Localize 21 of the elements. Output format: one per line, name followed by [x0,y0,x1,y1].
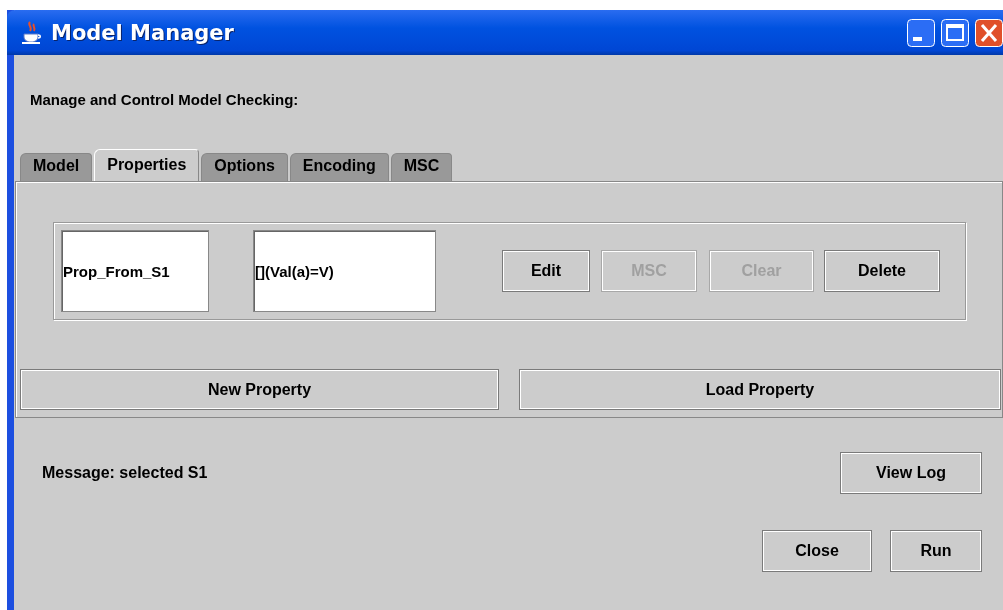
view-log-button[interactable]: View Log [840,452,982,494]
panel-button[interactable]: Load Property [519,369,1001,410]
panel-button[interactable]: New Property [20,369,499,410]
dialog-button[interactable]: Close [762,530,872,572]
tab[interactable]: MSC [390,153,453,181]
minimize-button[interactable] [907,18,935,47]
property-button[interactable]: Delete [824,250,940,292]
tab[interactable]: Encoding [289,153,389,181]
heading: Manage and Control Model Checking: [30,91,300,109]
tab[interactable]: Properties [94,149,200,181]
java-cup-icon [21,19,43,46]
tab[interactable]: Options [201,153,288,181]
formula-field[interactable]: [](Val(a)=V) [253,230,436,312]
maximize-button[interactable] [941,18,969,47]
tab[interactable]: Model [20,153,93,181]
close-button[interactable] [975,18,1003,47]
status-message: Message: selected S1 [42,464,208,482]
name-field[interactable]: Prop_From_S1 [61,230,209,312]
property-button[interactable]: Edit [502,250,590,292]
window-title: Model Manager [51,20,234,45]
dialog-button[interactable]: Run [890,530,982,572]
